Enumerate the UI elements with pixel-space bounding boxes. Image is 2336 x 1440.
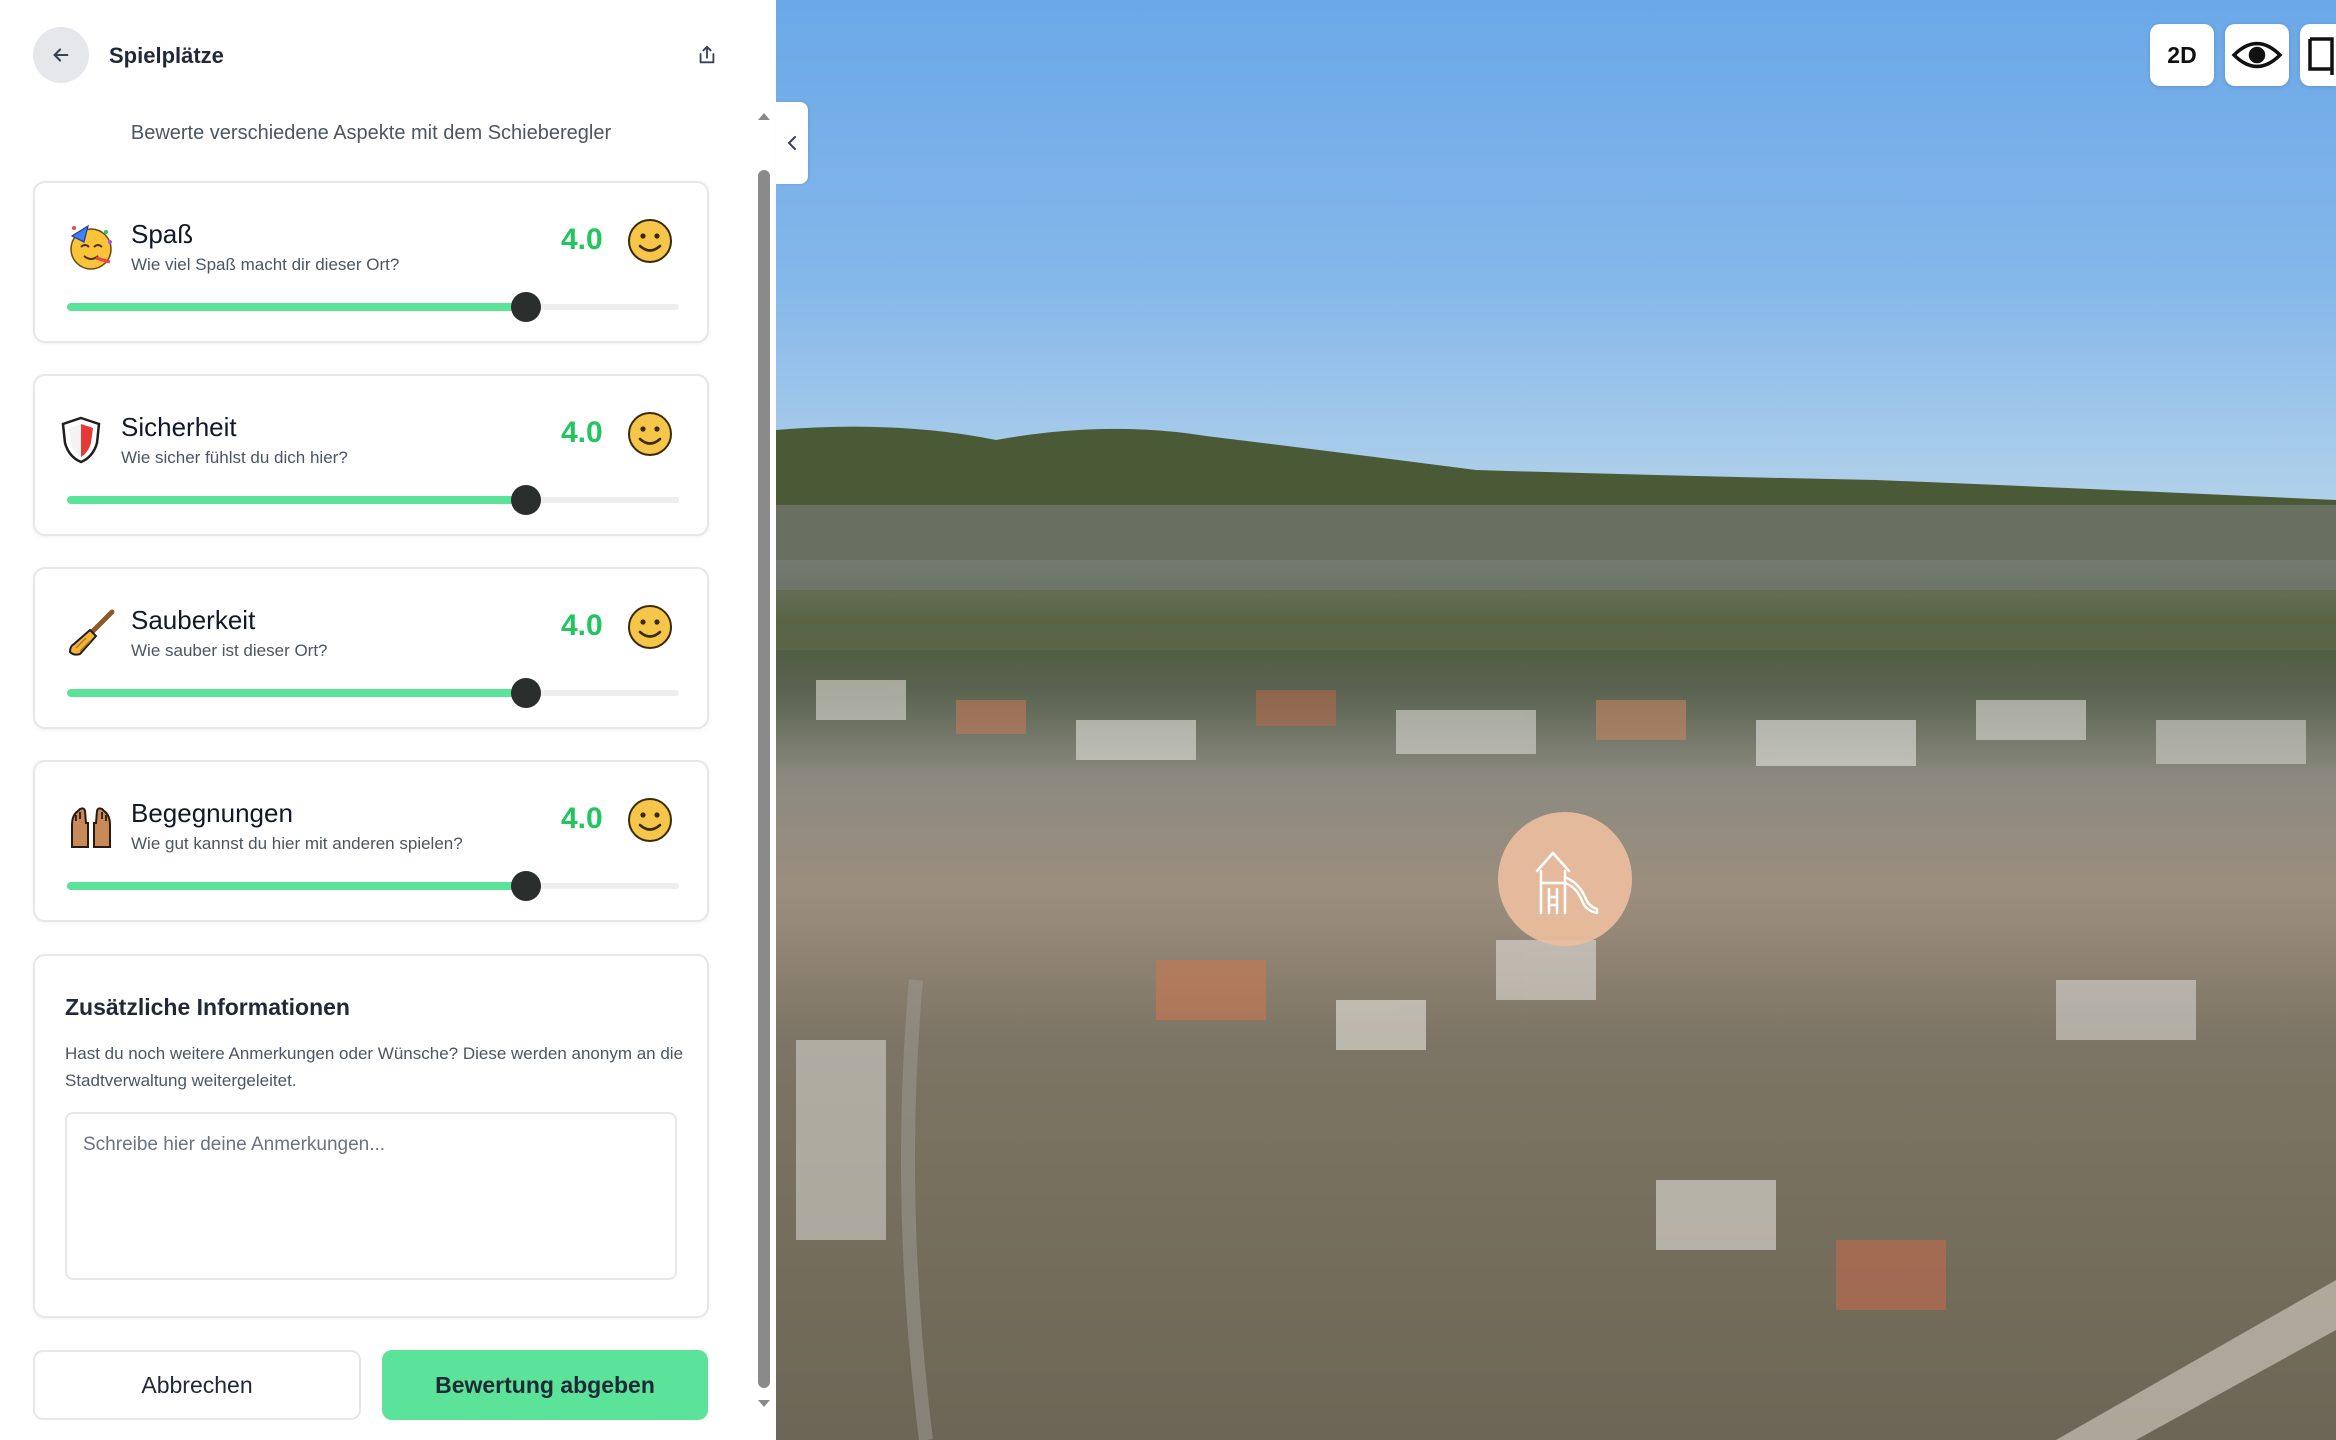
rating-slider[interactable] bbox=[67, 485, 679, 515]
rating-question: Wie gut kannst du hier mit anderen spiel… bbox=[131, 834, 463, 853]
smiley-icon bbox=[628, 219, 672, 263]
legend-button[interactable] bbox=[2300, 24, 2336, 86]
aerial-city-image bbox=[776, 426, 2336, 1440]
playground-icon bbox=[1535, 851, 1599, 915]
rating-card-sicherheit: Sicherheit Wie sicher fühlst du dich hie… bbox=[33, 374, 709, 536]
rating-card-spass: Spaß Wie viel Spaß macht dir dieser Ort?… bbox=[33, 181, 709, 343]
collapse-panel-button[interactable] bbox=[776, 102, 808, 184]
rating-title: Sauberkeit bbox=[131, 605, 256, 635]
playground-marker[interactable] bbox=[1498, 812, 1632, 946]
shield-icon bbox=[55, 414, 107, 466]
additional-info-card: Zusätzliche Informationen Hast du noch w… bbox=[33, 954, 709, 1318]
book-icon bbox=[2308, 37, 2334, 75]
rating-question: Wie viel Spaß macht dir dieser Ort? bbox=[131, 255, 400, 274]
slider-handle[interactable] bbox=[511, 871, 541, 901]
visibility-button[interactable] bbox=[2225, 24, 2289, 86]
slider-handle[interactable] bbox=[511, 292, 541, 322]
rating-title: Begegnungen bbox=[131, 798, 293, 828]
rating-card-begegnungen: Begegnungen Wie gut kannst du hier mit a… bbox=[33, 760, 709, 922]
info-title: Zusätzliche Informationen bbox=[65, 994, 350, 1020]
slider-handle[interactable] bbox=[511, 485, 541, 515]
rating-question: Wie sicher fühlst du dich hier? bbox=[121, 448, 348, 467]
share-icon bbox=[699, 45, 715, 64]
submit-rating-button[interactable]: Bewertung abgeben bbox=[382, 1350, 708, 1420]
rating-score: 4.0 bbox=[561, 802, 603, 835]
raised-hands-icon bbox=[65, 800, 117, 852]
rating-slider[interactable] bbox=[67, 292, 679, 322]
rating-score: 4.0 bbox=[561, 609, 603, 642]
info-description: Hast du noch weitere Anmerkungen oder Wü… bbox=[65, 1044, 684, 1090]
rating-question: Wie sauber ist dieser Ort? bbox=[131, 641, 328, 660]
rating-card-sauberkeit: Sauberkeit Wie sauber ist dieser Ort? 4.… bbox=[33, 567, 709, 729]
cancel-button[interactable]: Abbrechen bbox=[33, 1350, 361, 1420]
slider-fill bbox=[67, 303, 526, 311]
scroll-down-arrow[interactable] bbox=[756, 1396, 772, 1412]
scrollbar-thumb[interactable] bbox=[758, 170, 770, 1388]
rating-score: 4.0 bbox=[561, 223, 603, 256]
share-button[interactable] bbox=[693, 40, 721, 70]
rating-score: 4.0 bbox=[561, 416, 603, 449]
slider-fill bbox=[67, 496, 526, 504]
page-title: Spielplätze bbox=[109, 43, 224, 68]
smiley-icon bbox=[628, 605, 672, 649]
slider-fill bbox=[67, 689, 526, 697]
comments-textarea[interactable] bbox=[65, 1112, 677, 1280]
rating-title: Spaß bbox=[131, 219, 194, 249]
slider-handle[interactable] bbox=[511, 678, 541, 708]
party-face-icon bbox=[65, 221, 117, 273]
toggle-2d-button[interactable]: 2D bbox=[2150, 24, 2214, 86]
broom-icon bbox=[65, 607, 117, 659]
eye-icon bbox=[2231, 41, 2283, 69]
arrow-left-icon bbox=[53, 48, 69, 62]
instructions-text: Bewerte verschiedene Aspekte mit dem Sch… bbox=[130, 122, 612, 144]
chevron-left-icon bbox=[787, 136, 796, 150]
rating-slider[interactable] bbox=[67, 871, 679, 901]
back-button[interactable] bbox=[33, 27, 89, 83]
scroll-up-arrow[interactable] bbox=[756, 108, 772, 124]
rating-panel: Spielplätze Bewerte verschiedene Aspekte… bbox=[0, 0, 776, 1440]
smiley-icon bbox=[628, 412, 672, 456]
rating-slider[interactable] bbox=[67, 678, 679, 708]
rating-title: Sicherheit bbox=[121, 412, 237, 442]
slider-fill bbox=[67, 882, 526, 890]
smiley-icon bbox=[628, 798, 672, 842]
map-3d-view[interactable] bbox=[776, 0, 2336, 1440]
